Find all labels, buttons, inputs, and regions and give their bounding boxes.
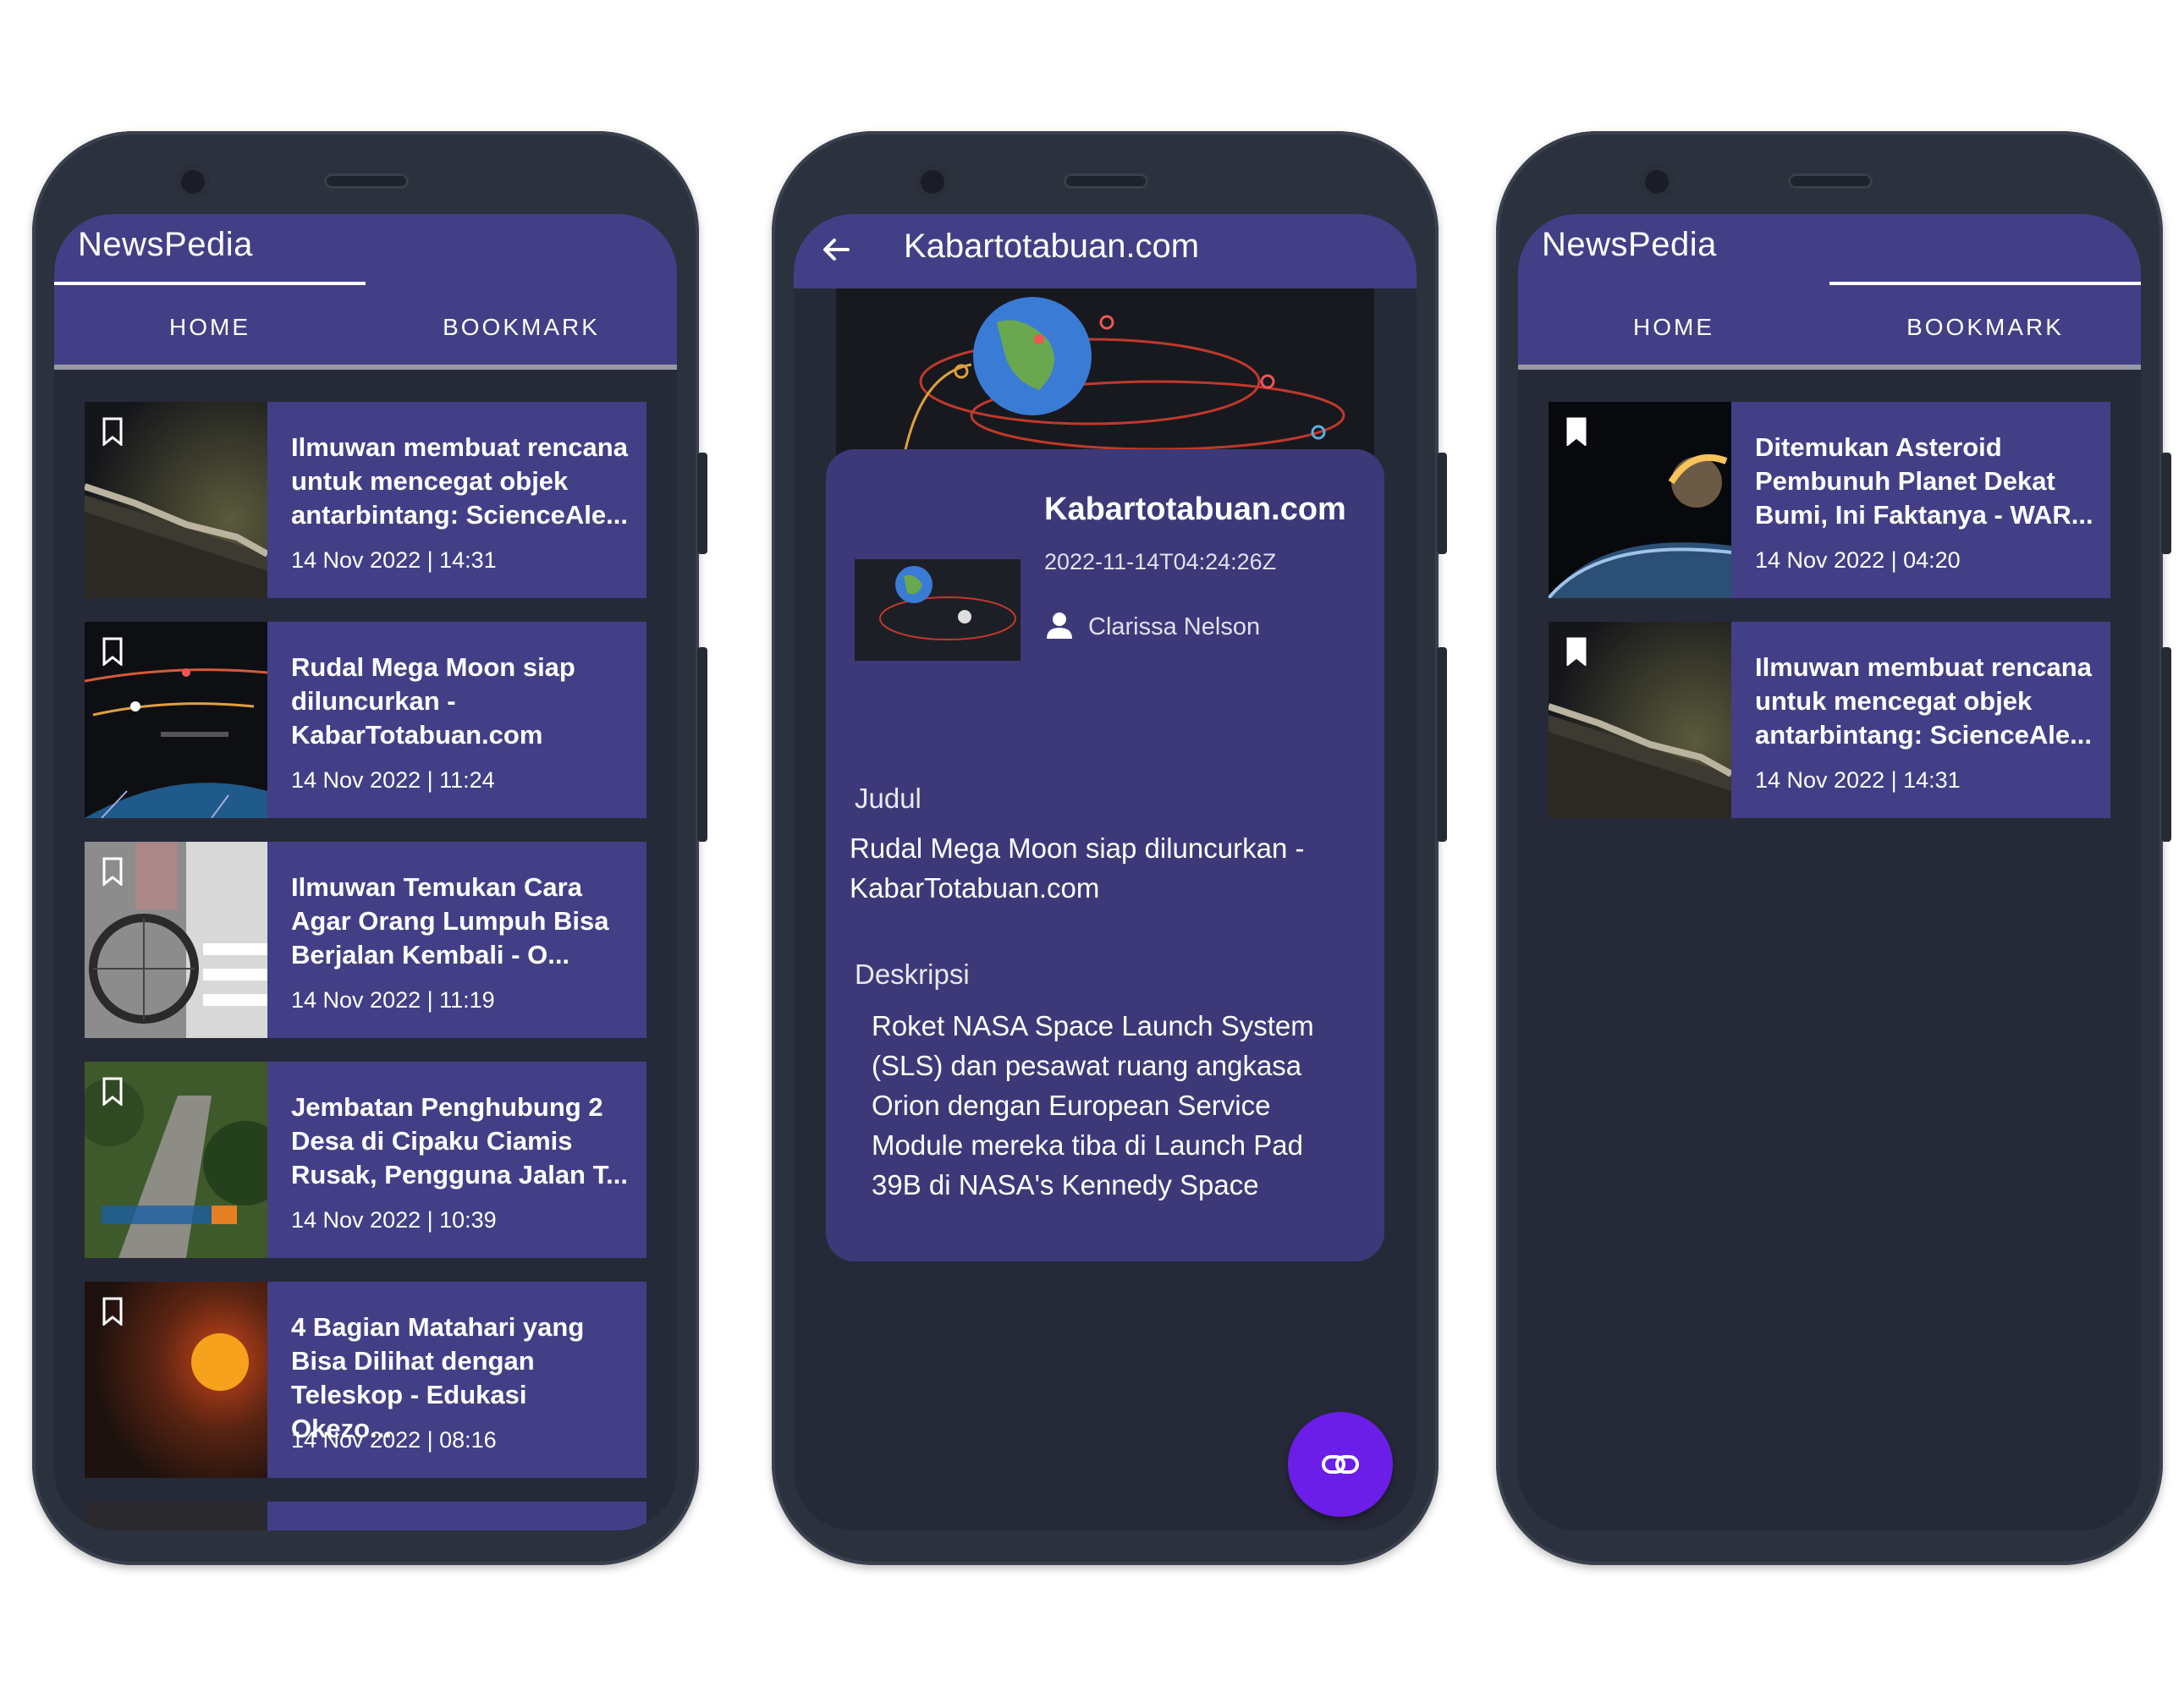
- article-card[interactable]: Ditemukan Asteroid Pembunuh Planet Dekat…: [1549, 402, 2110, 598]
- article-thumbnail: [85, 1502, 267, 1530]
- app-bar: NewsPedia HOME BOOKMARK: [1518, 214, 2141, 370]
- article-thumbnail: [1549, 402, 1731, 598]
- bookmark-screen: NewsPedia HOME BOOKMARK Ditemukan Astero…: [1518, 214, 2141, 1530]
- phone-frame-home: NewsPedia HOME BOOKMARK Ilmuwan membuat …: [32, 131, 707, 1565]
- article-thumbnail: [85, 842, 267, 1038]
- article-list[interactable]: Ilmuwan membuat rencana untuk mencegat o…: [85, 402, 646, 1530]
- tab-home[interactable]: HOME: [1518, 282, 1829, 365]
- article-date: 14 Nov 2022 | 14:31: [291, 547, 497, 573]
- published-date: 2022-11-14T04:24:26Z: [1044, 549, 1277, 574]
- article-thumbnail: [85, 402, 267, 598]
- front-camera: [916, 165, 949, 199]
- power-button: [2161, 647, 2171, 842]
- article-date: 14 Nov 2022 | 11:24: [291, 767, 495, 793]
- article-card-partial[interactable]: [85, 1502, 646, 1530]
- link-icon: [1322, 1455, 1359, 1474]
- author-name: Clarissa Nelson: [1088, 613, 1261, 640]
- volume-button: [1437, 453, 1447, 554]
- tab-home[interactable]: HOME: [54, 282, 366, 365]
- page-title: Kabartotabuan.com: [904, 228, 1200, 265]
- power-button: [697, 647, 707, 842]
- article-date: 14 Nov 2022 | 14:31: [1755, 767, 1961, 793]
- article-card[interactable]: Ilmuwan membuat rencana untuk mencegat o…: [85, 402, 646, 598]
- volume-button: [2161, 453, 2171, 554]
- bookmark-outline-icon[interactable]: [102, 417, 124, 446]
- article-thumbnail: [85, 1062, 267, 1258]
- deskripsi-label: Deskripsi: [855, 959, 970, 990]
- arrow-back-icon[interactable]: [817, 231, 855, 268]
- front-camera: [1640, 165, 1674, 199]
- front-camera: [176, 165, 210, 199]
- app-title: NewsPedia: [1542, 226, 1717, 263]
- article-detail-card: Kabartotabuan.com 2022-11-14T04:24:26Z C…: [826, 449, 1384, 1261]
- article-thumbnail: [85, 1282, 267, 1478]
- deskripsi-text: Roket NASA Space Launch System (SLS) dan…: [872, 1010, 1314, 1200]
- article-thumbnail: [85, 622, 267, 818]
- article-card[interactable]: Rudal Mega Moon siap diluncurkan - Kabar…: [85, 622, 646, 818]
- power-button: [1437, 647, 1447, 842]
- judul-text: Rudal Mega Moon siap diluncurkan - Kabar…: [850, 832, 1305, 904]
- speaker-grille: [1788, 173, 1873, 189]
- source-name: Kabartotabuan.com: [1044, 492, 1346, 527]
- open-link-button[interactable]: [1288, 1412, 1393, 1517]
- bookmark-outline-icon[interactable]: [102, 857, 124, 886]
- phone-frame-bookmark: NewsPedia HOME BOOKMARK Ditemukan Astero…: [1496, 131, 2171, 1565]
- article-card[interactable]: Ilmuwan membuat rencana untuk mencegat o…: [1549, 622, 2110, 818]
- bookmark-filled-icon[interactable]: [1565, 637, 1587, 666]
- article-card[interactable]: 4 Bagian Matahari yang Bisa Dilihat deng…: [85, 1282, 646, 1478]
- article-title: 4 Bagian Matahari yang Bisa Dilihat deng…: [291, 1312, 585, 1443]
- article-title: Ilmuwan membuat rencana untuk mencegat o…: [1755, 652, 2092, 750]
- article-title: Rudal Mega Moon siap diluncurkan - Kabar…: [291, 652, 575, 750]
- app-bar: Kabartotabuan.com: [794, 214, 1417, 288]
- article-thumbnail: [855, 559, 1020, 661]
- article-title: Ditemukan Asteroid Pembunuh Planet Dekat…: [1755, 432, 2093, 530]
- tab-bookmark[interactable]: BOOKMARK: [1829, 282, 2141, 365]
- phone-frame-detail: Kabartotabuan.com Kabartotabuan.com 2022…: [772, 131, 1447, 1565]
- app-bar: NewsPedia HOME BOOKMARK: [54, 214, 677, 370]
- tab-bar: HOME BOOKMARK: [54, 282, 677, 365]
- article-date: 14 Nov 2022 | 08:16: [291, 1427, 497, 1453]
- bookmark-outline-icon[interactable]: [102, 1297, 124, 1326]
- speaker-grille: [324, 173, 409, 189]
- article-date: 14 Nov 2022 | 10:39: [291, 1207, 497, 1233]
- bookmark-outline-icon[interactable]: [102, 637, 124, 666]
- speaker-grille: [1064, 173, 1148, 189]
- person-icon: [1047, 613, 1072, 639]
- home-screen: NewsPedia HOME BOOKMARK Ilmuwan membuat …: [54, 214, 677, 1530]
- tab-bookmark[interactable]: BOOKMARK: [366, 282, 677, 365]
- volume-button: [697, 453, 707, 554]
- bookmark-list[interactable]: Ditemukan Asteroid Pembunuh Planet Dekat…: [1549, 402, 2110, 842]
- article-card[interactable]: Jembatan Penghubung 2 Desa di Cipaku Cia…: [85, 1062, 646, 1258]
- app-title: NewsPedia: [78, 226, 253, 263]
- detail-screen: Kabartotabuan.com Kabartotabuan.com 2022…: [794, 214, 1417, 1530]
- bookmark-outline-icon[interactable]: [102, 1077, 124, 1106]
- article-title: Jembatan Penghubung 2 Desa di Cipaku Cia…: [291, 1092, 628, 1189]
- bookmark-filled-icon[interactable]: [1565, 417, 1587, 446]
- judul-label: Judul: [855, 783, 921, 814]
- article-card[interactable]: Ilmuwan Temukan Cara Agar Orang Lumpuh B…: [85, 842, 646, 1038]
- article-date: 14 Nov 2022 | 04:20: [1755, 547, 1961, 573]
- article-title: Ilmuwan Temukan Cara Agar Orang Lumpuh B…: [291, 872, 609, 970]
- article-thumbnail: [1549, 622, 1731, 818]
- article-hero-image: [836, 288, 1374, 458]
- article-date: 14 Nov 2022 | 11:19: [291, 987, 495, 1013]
- article-title: Ilmuwan membuat rencana untuk mencegat o…: [291, 432, 628, 530]
- tab-bar: HOME BOOKMARK: [1518, 282, 2141, 365]
